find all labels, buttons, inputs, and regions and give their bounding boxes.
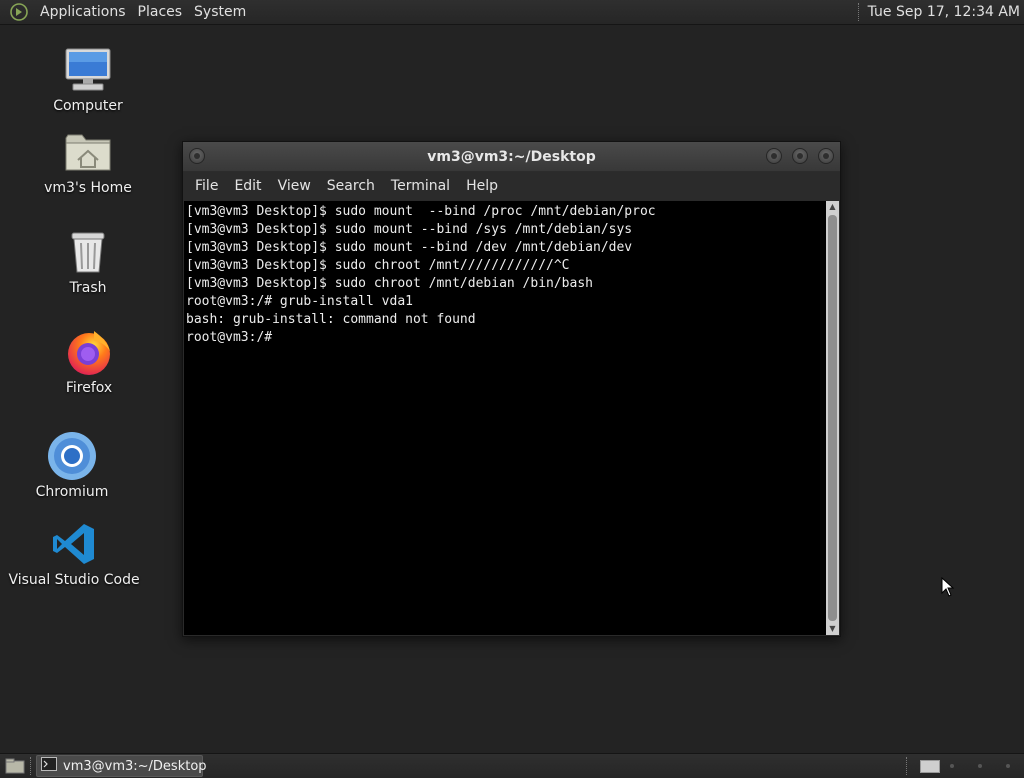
workspace-switcher[interactable] [902, 754, 1024, 778]
system-menu[interactable]: System [188, 4, 252, 20]
terminal-line: [vm3@vm3 Desktop]$ sudo chroot /mnt/debi… [186, 276, 593, 291]
clock[interactable]: Tue Sep 17, 12:34 AM [868, 4, 1024, 20]
show-desktop-icon[interactable] [4, 757, 26, 775]
desktop-icon-home[interactable]: vm3's Home [28, 126, 148, 196]
terminal-line: [vm3@vm3 Desktop]$ sudo chroot /mnt/////… [186, 258, 570, 273]
mouse-pointer-icon [941, 576, 955, 601]
mate-logo-icon[interactable] [8, 1, 30, 23]
terminal-line: [vm3@vm3 Desktop]$ sudo mount --bind /de… [186, 240, 633, 255]
menu-terminal[interactable]: Terminal [383, 178, 458, 194]
menu-file[interactable]: File [187, 178, 226, 194]
terminal-scrollbar[interactable]: ▲ ▼ [826, 201, 839, 635]
desktop-icon-label: Firefox [65, 380, 113, 396]
menu-view[interactable]: View [270, 178, 319, 194]
desktop-icon-label: vm3's Home [44, 180, 132, 196]
terminal-line: [vm3@vm3 Desktop]$ sudo mount --bind /pr… [186, 204, 656, 219]
scroll-down-icon[interactable]: ▼ [826, 623, 839, 635]
bottom-panel: vm3@vm3:~/Desktop [0, 753, 1024, 778]
computer-icon [62, 44, 114, 96]
terminal-output[interactable]: [vm3@vm3 Desktop]$ sudo mount --bind /pr… [184, 201, 826, 635]
workspace-1[interactable] [920, 759, 940, 773]
window-title: vm3@vm3:~/Desktop [427, 148, 596, 165]
home-folder-icon [62, 126, 114, 178]
terminal-menubar: File Edit View Search Terminal Help [183, 172, 840, 200]
window-titlebar[interactable]: vm3@vm3:~/Desktop [183, 142, 840, 172]
terminal-line: root@vm3:/# [186, 330, 273, 345]
vscode-icon [48, 518, 100, 570]
terminal-line: bash: grub-install: command not found [186, 312, 476, 327]
panel-separator [906, 757, 908, 775]
desktop-icon-label: Visual Studio Code [8, 572, 140, 588]
taskbar-window-label: vm3@vm3:~/Desktop [63, 758, 207, 774]
panel-separator [857, 3, 860, 21]
applications-menu[interactable]: Applications [34, 4, 132, 20]
close-button[interactable] [818, 148, 834, 164]
menu-search[interactable]: Search [319, 178, 383, 194]
terminal-icon [41, 757, 57, 775]
menu-edit[interactable]: Edit [226, 178, 269, 194]
menu-help[interactable]: Help [458, 178, 506, 194]
maximize-button[interactable] [792, 148, 808, 164]
workspace-dots [950, 764, 1010, 768]
desktop-icon-computer[interactable]: Computer [28, 44, 148, 114]
desktop-icon-label: Trash [69, 280, 107, 296]
taskbar-terminal-button[interactable]: vm3@vm3:~/Desktop [36, 755, 207, 777]
places-menu[interactable]: Places [132, 4, 189, 20]
desktop-icon-vscode[interactable]: Visual Studio Code [8, 518, 140, 588]
scroll-up-icon[interactable]: ▲ [826, 201, 839, 213]
desktop-icon-label: Computer [53, 98, 123, 114]
terminal-line: [vm3@vm3 Desktop]$ sudo mount --bind /sy… [186, 222, 633, 237]
scrollbar-thumb[interactable] [828, 215, 837, 621]
desktop-icon-chromium[interactable]: Chromium [12, 430, 132, 500]
trash-icon [62, 226, 114, 278]
chromium-icon [46, 430, 98, 482]
top-panel: Applications Places System Tue Sep 17, 1… [0, 0, 1024, 25]
terminal-line: root@vm3:/# grub-install vda1 [186, 294, 413, 309]
desktop-icon-trash[interactable]: Trash [28, 226, 148, 296]
panel-separator [30, 757, 32, 775]
terminal-window[interactable]: vm3@vm3:~/Desktop File Edit View Search … [182, 141, 841, 637]
desktop-icon-label: Chromium [35, 484, 109, 500]
minimize-button[interactable] [766, 148, 782, 164]
firefox-icon [63, 326, 115, 378]
desktop-icon-firefox[interactable]: Firefox [29, 326, 149, 396]
